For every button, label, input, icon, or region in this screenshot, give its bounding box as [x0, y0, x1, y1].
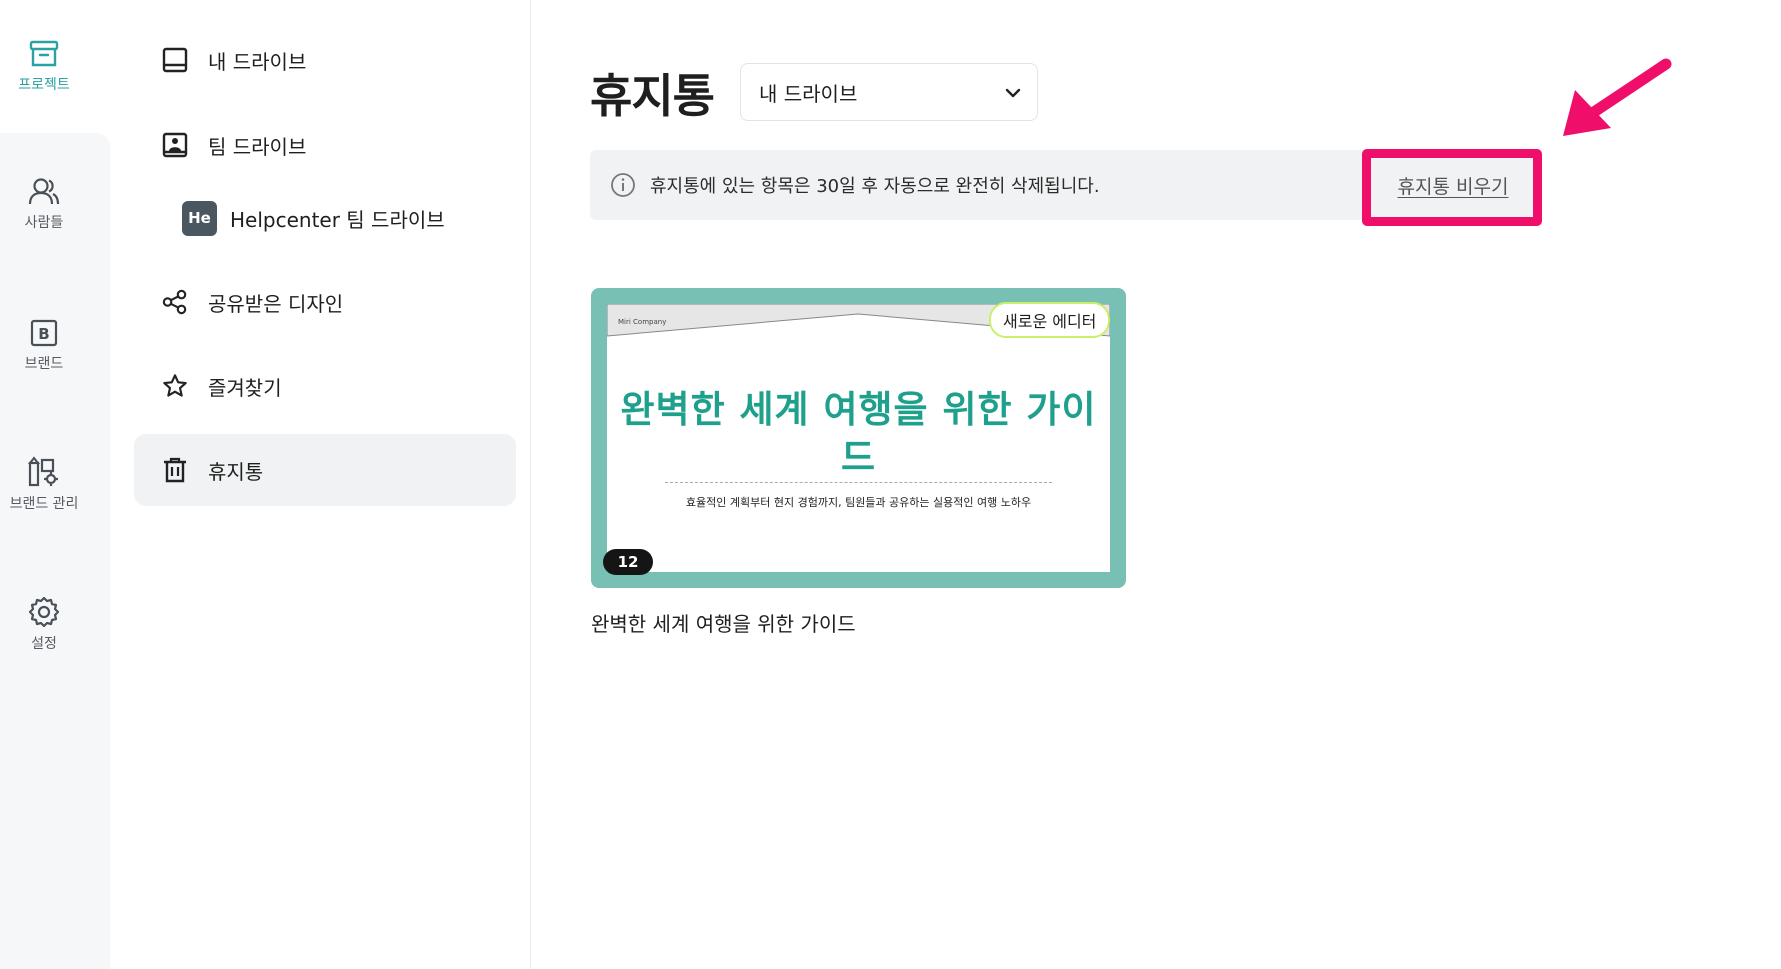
design-card[interactable]: Miri Company 완벽한 세계 여행을 위한 가이드 효율적인 계획부터… — [591, 288, 1126, 588]
nav-label: 내 드라이브 — [208, 49, 307, 74]
team-drive-icon — [162, 132, 188, 158]
drive-nav: 내 드라이브 팀 드라이브 He Helpcenter 팀 드라이브 공유받은 … — [110, 0, 531, 969]
rail-label: 사람들 — [24, 215, 64, 231]
design-title[interactable]: 완벽한 세계 여행을 위한 가이드 — [591, 608, 856, 637]
design-thumbnail: Miri Company 완벽한 세계 여행을 위한 가이드 효율적인 계획부터… — [607, 304, 1110, 572]
rail-item-settings[interactable]: 설정 — [0, 595, 88, 653]
drive-select-value: 내 드라이브 — [759, 81, 858, 106]
trash-icon — [162, 457, 188, 483]
highlight-box — [1362, 149, 1542, 226]
rail-item-brand-manage[interactable]: 브랜드 관리 — [0, 455, 88, 513]
brand-manage-icon — [27, 456, 58, 487]
slide-company: Miri Company — [618, 318, 667, 326]
share-icon — [162, 289, 188, 315]
nav-label: 즐겨찾기 — [208, 375, 282, 400]
info-icon — [611, 173, 635, 197]
chevron-down-icon — [1005, 88, 1021, 98]
rail-label: 브랜드 — [24, 356, 64, 372]
svg-text:B: B — [38, 325, 49, 343]
nav-item-team-drive[interactable]: 팀 드라이브 — [134, 109, 516, 181]
rail-item-brand[interactable]: B 브랜드 — [0, 317, 88, 373]
nav-item-my-drive[interactable]: 내 드라이브 — [134, 24, 516, 96]
new-editor-badge: 새로운 에디터 — [989, 302, 1111, 338]
team-avatar: He — [182, 200, 217, 236]
archive-icon — [29, 40, 59, 67]
notice-text: 휴지통에 있는 항목은 30일 후 자동으로 완전히 삭제됩니다. — [650, 176, 1100, 197]
gear-icon — [28, 596, 60, 628]
nav-label: 공유받은 디자인 — [208, 291, 344, 316]
rail-label: 설정 — [31, 636, 57, 652]
nav-label: 휴지통 — [208, 459, 264, 484]
brand-b-icon: B — [30, 319, 58, 347]
nav-item-favorites[interactable]: 즐겨찾기 — [134, 350, 516, 422]
nav-item-shared[interactable]: 공유받은 디자인 — [134, 266, 516, 338]
nav-label: 팀 드라이브 — [208, 134, 307, 159]
people-icon — [28, 178, 60, 205]
rail-item-people[interactable]: 사람들 — [0, 176, 88, 232]
drive-icon — [162, 47, 188, 73]
page-title: 휴지통 — [590, 69, 715, 123]
slide-subtitle: 효율적인 계획부터 현지 경험까지, 팀원들과 공유하는 실용적인 여행 노하우 — [685, 496, 1032, 509]
nav-item-trash[interactable]: 휴지통 — [134, 434, 516, 506]
page-count-badge: 12 — [603, 549, 653, 575]
icon-rail: 프로젝트 사람들 B 브랜드 브랜드 관리 설정 — [0, 0, 110, 969]
slide-divider — [665, 482, 1052, 483]
nav-label: Helpcenter 팀 드라이브 — [230, 207, 445, 232]
drive-select[interactable]: 내 드라이브 — [740, 63, 1038, 121]
rail-label: 프로젝트 — [18, 77, 70, 93]
rail-item-projects[interactable]: 프로젝트 — [0, 38, 88, 94]
rail-background — [0, 133, 110, 969]
star-icon — [162, 373, 188, 399]
rail-label: 브랜드 관리 — [9, 496, 79, 512]
slide-title: 완벽한 세계 여행을 위한 가이드 — [620, 388, 1097, 479]
nav-item-helpcenter-drive[interactable]: He Helpcenter 팀 드라이브 — [182, 194, 512, 242]
pointer-arrow-icon — [1563, 58, 1672, 136]
